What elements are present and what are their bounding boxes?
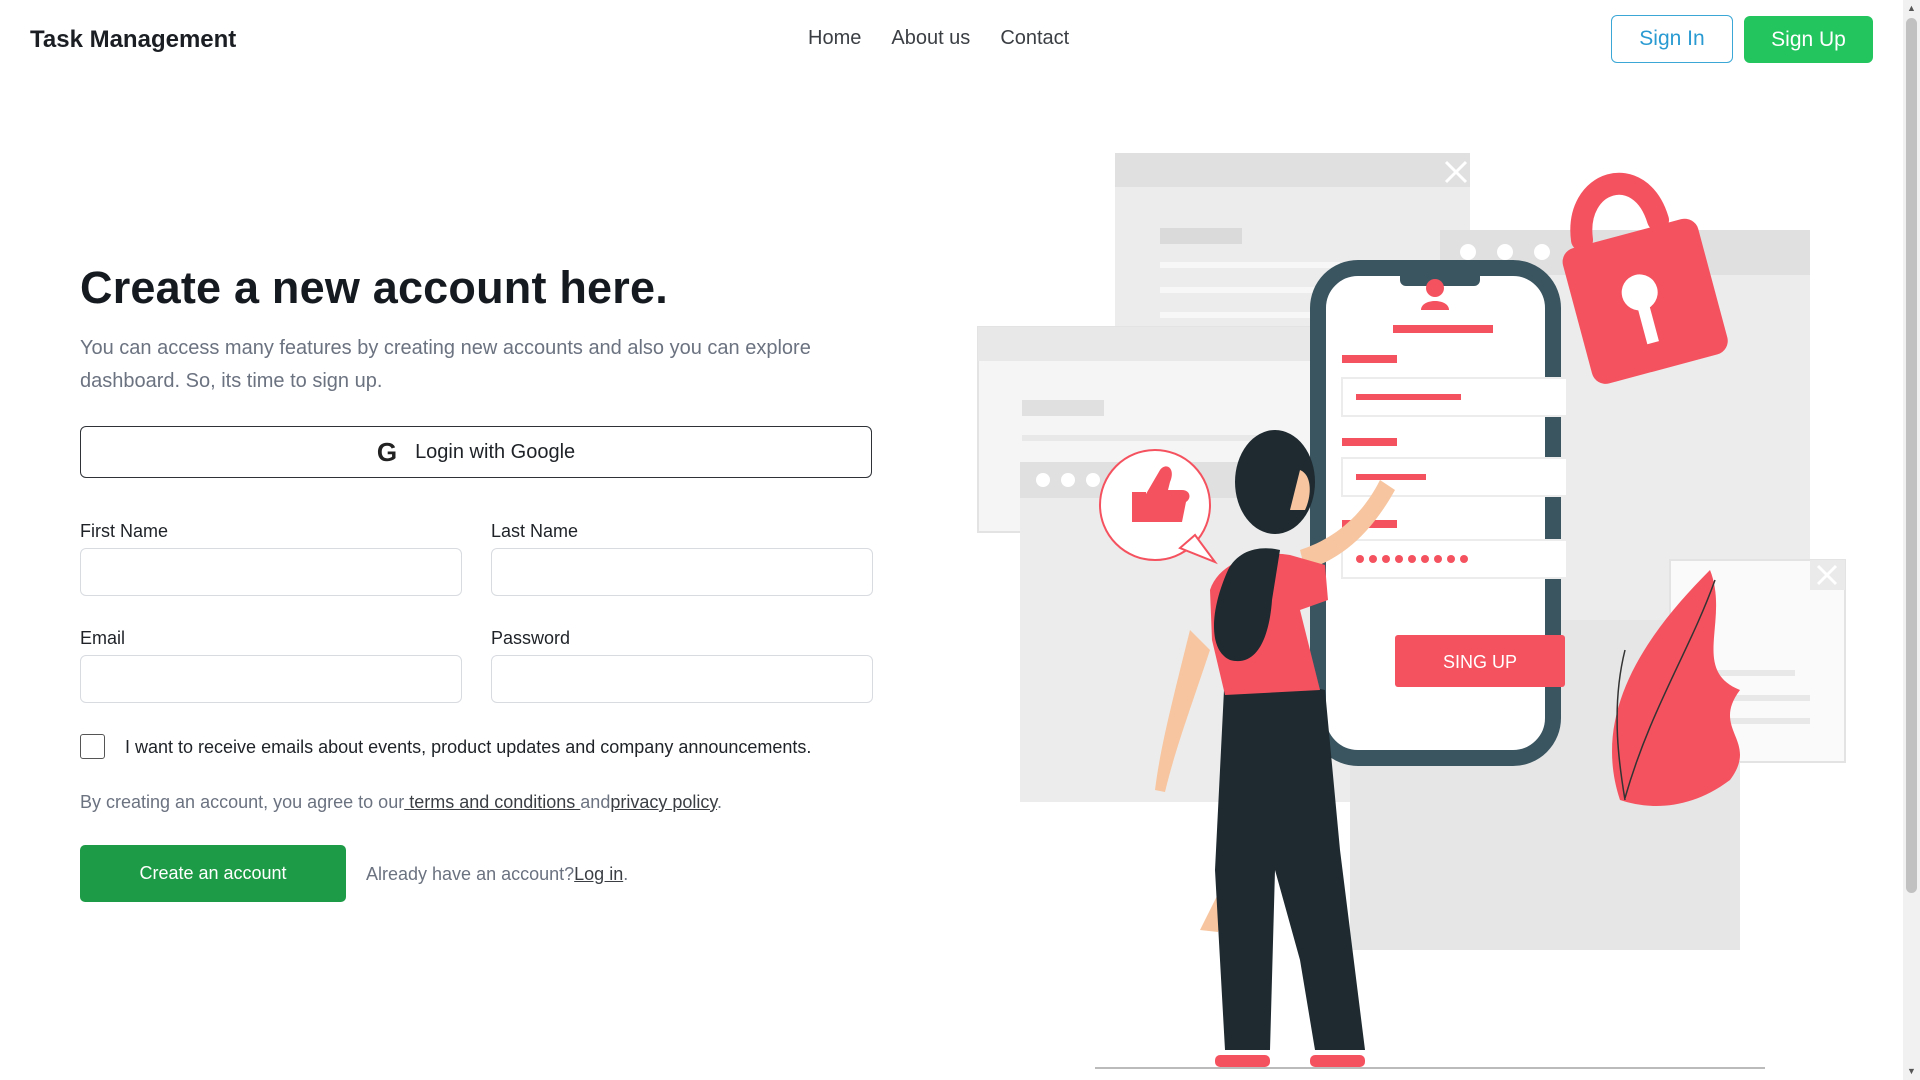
terms-end: . xyxy=(717,792,723,812)
login-end: . xyxy=(623,864,629,884)
last-name-input[interactable] xyxy=(491,548,873,596)
privacy-link[interactable]: privacy policy xyxy=(610,792,717,812)
google-login-label: Login with Google xyxy=(415,440,576,463)
navbar: Task Management Home About us Contact Si… xyxy=(0,0,1900,80)
first-name-input[interactable] xyxy=(80,548,462,596)
first-name-label: First Name xyxy=(80,521,169,541)
login-prompt: Already have an account?Log in. xyxy=(366,864,628,885)
scroll-up-arrow-icon[interactable]: ▲ xyxy=(1903,0,1920,17)
nav-links: Home About us Contact xyxy=(808,27,1069,50)
phone-illustration: SING UP xyxy=(1310,260,1568,766)
brand-logo[interactable]: Task Management xyxy=(30,26,236,54)
page-subtitle: You can access many features by creating… xyxy=(80,337,811,392)
page-scrollbar[interactable]: ▲ ▼ xyxy=(1903,0,1920,1080)
page-title: Create a new account here. xyxy=(80,262,668,313)
email-label: Email xyxy=(80,628,126,648)
terms-and: and xyxy=(580,792,611,812)
email-input[interactable] xyxy=(80,655,462,703)
signup-button[interactable]: Sign Up xyxy=(1744,16,1873,63)
last-name-label: Last Name xyxy=(491,521,579,541)
signup-illustration: SING UP xyxy=(977,153,1846,1069)
login-prefix: Already have an account? xyxy=(366,864,575,884)
page: Task Management Home About us Contact Si… xyxy=(0,0,1920,1080)
nav-link-contact[interactable]: Contact xyxy=(1000,27,1069,50)
terms-prefix: By creating an account, you agree to our xyxy=(80,792,405,812)
phone-signup-label: SING UP xyxy=(1443,652,1517,672)
scroll-thumb[interactable] xyxy=(1906,18,1917,893)
signin-button[interactable]: Sign In xyxy=(1611,15,1733,63)
newsletter-checkbox-label[interactable]: I want to receive emails about events, p… xyxy=(125,737,811,758)
password-label: Password xyxy=(491,628,571,648)
scroll-down-arrow-icon[interactable]: ▼ xyxy=(1903,1063,1920,1080)
google-login-button[interactable]: G Login with Google xyxy=(80,426,872,478)
nav-link-home[interactable]: Home xyxy=(808,27,861,50)
terms-text: By creating an account, you agree to our… xyxy=(80,792,722,813)
login-link[interactable]: Log in xyxy=(574,864,623,884)
nav-link-about[interactable]: About us xyxy=(891,27,970,50)
google-icon: G xyxy=(376,436,398,467)
create-account-button[interactable]: Create an account xyxy=(80,845,346,902)
newsletter-checkbox[interactable] xyxy=(80,734,105,759)
password-input[interactable] xyxy=(491,655,873,703)
terms-link[interactable]: terms and conditions xyxy=(404,792,580,812)
